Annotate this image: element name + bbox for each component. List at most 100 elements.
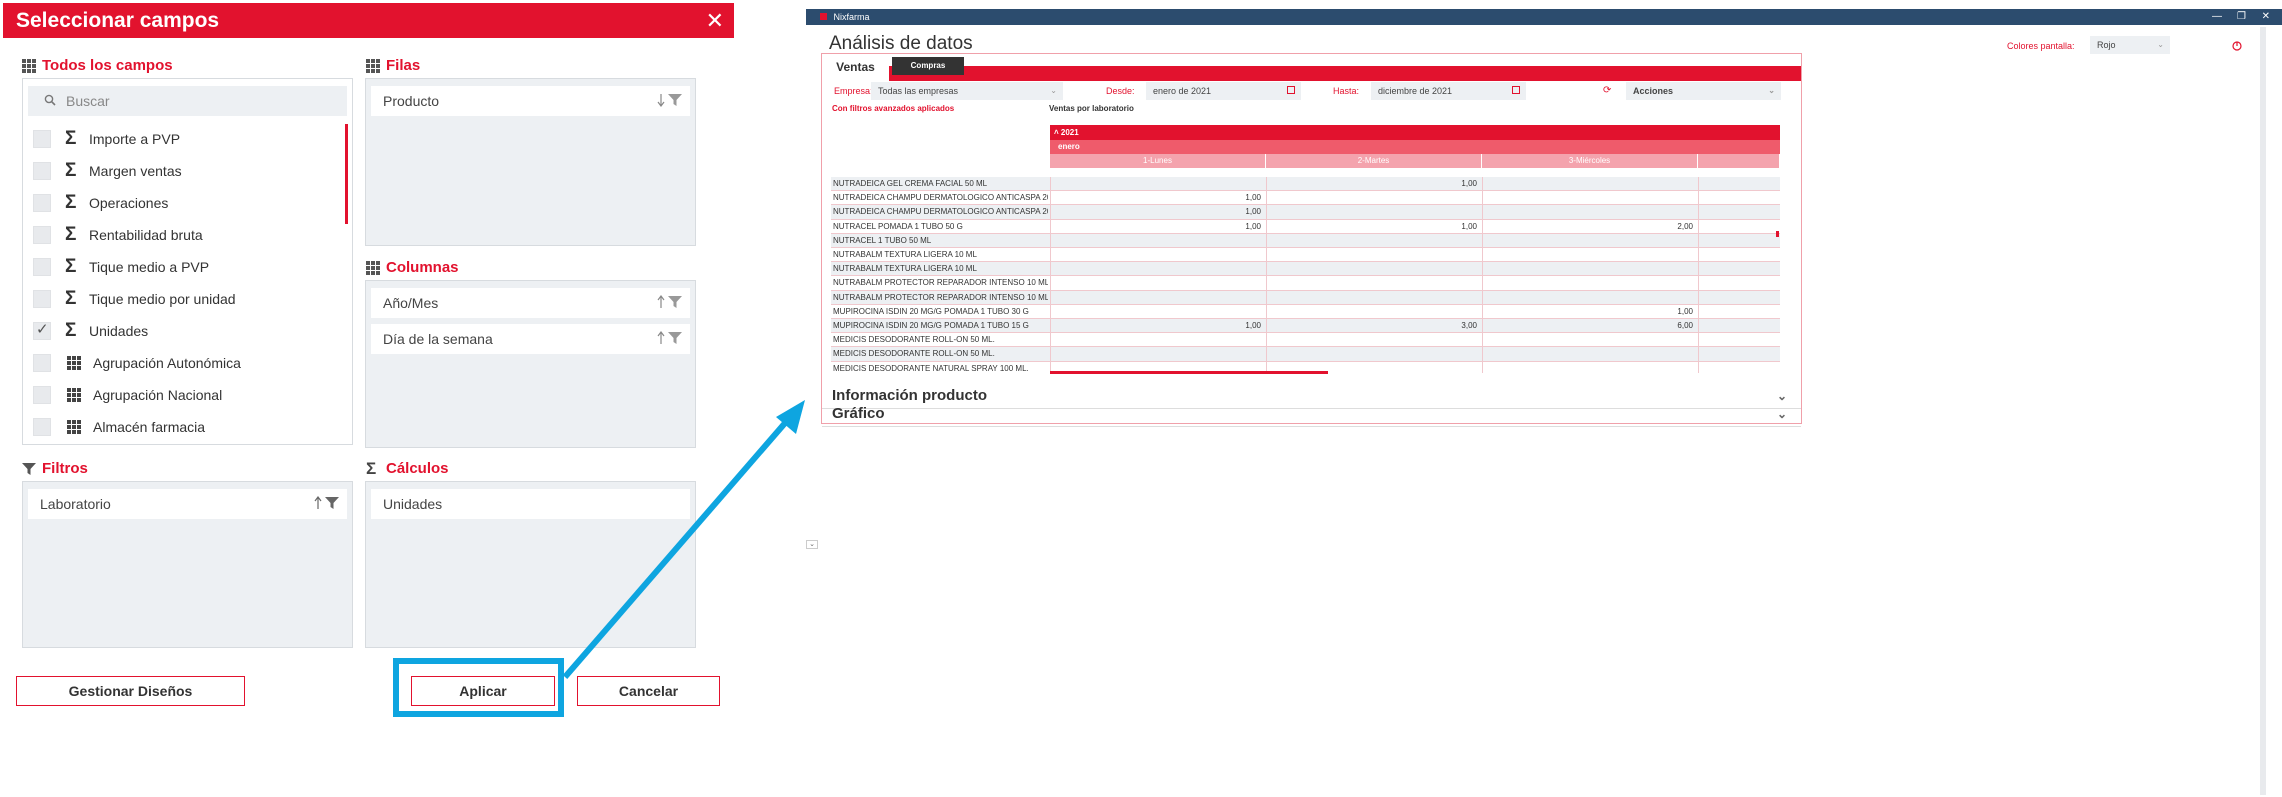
pivot-year-header[interactable]: ˄ 2021 xyxy=(1050,125,1780,140)
value-cell xyxy=(1050,304,1266,319)
field-checkbox[interactable] xyxy=(33,320,51,340)
sort-ascending-icon[interactable] xyxy=(314,496,322,510)
minimize-icon[interactable]: — xyxy=(2212,9,2222,25)
table-row[interactable]: NUTRABALM TEXTURA LIGERA 10 ML xyxy=(831,262,1780,277)
filter-icon[interactable] xyxy=(668,331,682,345)
power-icon[interactable] xyxy=(2232,41,2242,51)
field-item[interactable]: Σ Margen ventas xyxy=(33,155,333,187)
value-cell xyxy=(1482,262,1698,277)
day-column-header[interactable] xyxy=(1698,154,1780,168)
screen-colors-select[interactable]: Rojo ⌄ xyxy=(2090,36,2170,54)
field-item[interactable]: Agrupación Nacional xyxy=(33,379,333,411)
value-cell xyxy=(1698,248,1780,262)
table-row[interactable]: NUTRACEL 1 TUBO 50 ML xyxy=(831,233,1780,248)
field-item[interactable]: Σ Unidades xyxy=(33,315,333,347)
sort-descending-icon[interactable] xyxy=(657,93,665,107)
field-checkbox[interactable] xyxy=(33,226,51,244)
table-row[interactable]: MUPIROCINA ISDIN 20 MG/G POMADA 1 TUBO 1… xyxy=(831,319,1780,334)
list-scrollbar[interactable] xyxy=(345,124,348,224)
field-item[interactable]: Σ Tique medio por unidad xyxy=(33,283,333,315)
pivot-vscroll-thumb[interactable] xyxy=(1776,231,1779,237)
tab-ventas[interactable]: Ventas xyxy=(822,54,889,81)
table-row[interactable]: NUTRADEICA CHAMPU DERMATOLOGICO ANTICASP… xyxy=(831,205,1780,220)
field-checkbox[interactable] xyxy=(33,354,51,372)
field-item[interactable]: Σ Tique medio a PVP xyxy=(33,251,333,283)
field-item[interactable]: Agrupación Autonómica xyxy=(33,347,333,379)
field-checkbox[interactable] xyxy=(33,258,51,276)
table-row[interactable]: MUPIROCINA ISDIN 20 MG/G POMADA 1 TUBO 3… xyxy=(831,304,1780,319)
field-checkbox[interactable] xyxy=(33,130,51,148)
from-date-input[interactable]: enero de 2021 xyxy=(1146,82,1301,100)
sort-ascending-icon[interactable] xyxy=(657,295,665,309)
window-close-icon[interactable]: ✕ xyxy=(2262,9,2270,25)
day-column-header[interactable]: 3-Miércoles xyxy=(1482,154,1698,168)
table-row[interactable]: NUTRADEICA CHAMPU DERMATOLOGICO ANTICASP… xyxy=(831,191,1780,206)
sigma-icon: Σ xyxy=(366,458,377,478)
window-scrollbar[interactable] xyxy=(2260,27,2266,795)
filters-dropzone[interactable]: Laboratorio xyxy=(22,481,353,648)
day-column-header[interactable]: 1-Lunes xyxy=(1050,154,1266,168)
field-checkbox[interactable] xyxy=(33,162,51,180)
field-checkbox[interactable] xyxy=(33,418,51,436)
filters-heading: Filtros xyxy=(22,460,88,477)
tab-compras[interactable]: Compras xyxy=(892,57,964,75)
field-checkbox[interactable] xyxy=(33,386,51,404)
field-item[interactable]: Σ Operaciones xyxy=(33,187,333,219)
filters-field[interactable]: Laboratorio xyxy=(28,489,347,519)
field-item[interactable]: Almacén farmacia xyxy=(33,411,333,443)
product-name-cell: MUPIROCINA ISDIN 20 MG/G POMADA 1 TUBO 1… xyxy=(833,321,1029,330)
from-label: Desde: xyxy=(1106,86,1135,96)
sigma-icon: Σ xyxy=(65,192,77,213)
value-cell: 2,00 xyxy=(1482,219,1698,234)
table-row[interactable]: NUTRABALM TEXTURA LIGERA 10 ML xyxy=(831,248,1780,263)
pivot-scrollbar[interactable] xyxy=(1050,371,1328,374)
table-row[interactable]: MEDICIS DESODORANTE ROLL-ON 50 ML. xyxy=(831,333,1780,348)
pivot-month-header[interactable]: enero xyxy=(1050,140,1780,154)
sort-ascending-icon[interactable] xyxy=(657,331,665,345)
calendar-icon[interactable] xyxy=(1512,86,1520,94)
value-cell xyxy=(1698,233,1780,248)
field-label: Almacén farmacia xyxy=(93,419,206,435)
close-icon[interactable]: ✕ xyxy=(706,3,724,38)
field-label: Tique medio a PVP xyxy=(89,259,210,275)
field-label: Importe a PVP xyxy=(89,131,181,147)
pivot-grid: NUTRADEICA GEL CREMA FACIAL 50 ML 1,00 NUT… xyxy=(831,168,1780,373)
table-row[interactable]: NUTRABALM PROTECTOR REPARADOR INTENSO 10… xyxy=(831,290,1780,305)
table-row[interactable]: NUTRACEL POMADA 1 TUBO 50 G 1,00 1,00 2,00 xyxy=(831,219,1780,234)
value-cell xyxy=(1698,319,1780,333)
status-expand-icon[interactable]: ⌄ xyxy=(806,540,818,549)
table-row[interactable]: NUTRABALM PROTECTOR REPARADOR INTENSO 10… xyxy=(831,276,1780,291)
to-date-input[interactable]: diciembre de 2021 xyxy=(1371,82,1526,100)
refresh-icon[interactable]: ⟳ xyxy=(1603,85,1611,96)
rows-dropzone[interactable]: Producto xyxy=(365,78,696,246)
columns-field-weekday[interactable]: Día de la semana xyxy=(371,324,690,354)
filter-icon[interactable] xyxy=(325,496,339,510)
field-item[interactable]: Σ Importe a PVP xyxy=(33,123,333,155)
rows-field[interactable]: Producto xyxy=(371,86,690,116)
dialog-title: Seleccionar campos xyxy=(16,9,220,32)
rows-heading: Filas xyxy=(366,57,420,74)
restore-icon[interactable]: ❐ xyxy=(2237,9,2246,25)
company-select[interactable]: Todas las empresas ⌄ xyxy=(871,82,1063,100)
columns-field-year-month[interactable]: Año/Mes xyxy=(371,288,690,318)
table-row[interactable]: NUTRADEICA GEL CREMA FACIAL 50 ML 1,00 xyxy=(831,177,1780,192)
field-checkbox[interactable] xyxy=(33,194,51,212)
day-column-header[interactable]: 2-Martes xyxy=(1266,154,1482,168)
field-checkbox[interactable] xyxy=(33,290,51,308)
table-row[interactable]: MEDICIS DESODORANTE ROLL-ON 50 ML. xyxy=(831,347,1780,362)
value-cell xyxy=(1482,177,1698,191)
collapse-icon[interactable]: ˄ xyxy=(1054,128,1059,137)
chevron-down-icon: ⌄ xyxy=(2157,40,2164,49)
manage-designs-button[interactable]: Gestionar Diseños xyxy=(16,676,245,706)
filter-icon[interactable] xyxy=(668,295,682,309)
actions-select[interactable]: Acciones ⌄ xyxy=(1626,82,1781,100)
window-titlebar: Nixfarma — ❐ ✕ xyxy=(806,9,2282,25)
value-cell xyxy=(1266,276,1482,291)
filter-icon[interactable] xyxy=(668,93,682,107)
field-item[interactable]: Σ Rentabilidad bruta xyxy=(33,219,333,251)
calendar-icon[interactable] xyxy=(1287,86,1295,94)
search-input[interactable]: Buscar xyxy=(28,86,347,116)
grid-icon xyxy=(67,388,81,402)
section-chart[interactable]: Gráfico ⌄ xyxy=(822,401,1801,427)
value-cell: 1,00 xyxy=(1050,205,1266,220)
